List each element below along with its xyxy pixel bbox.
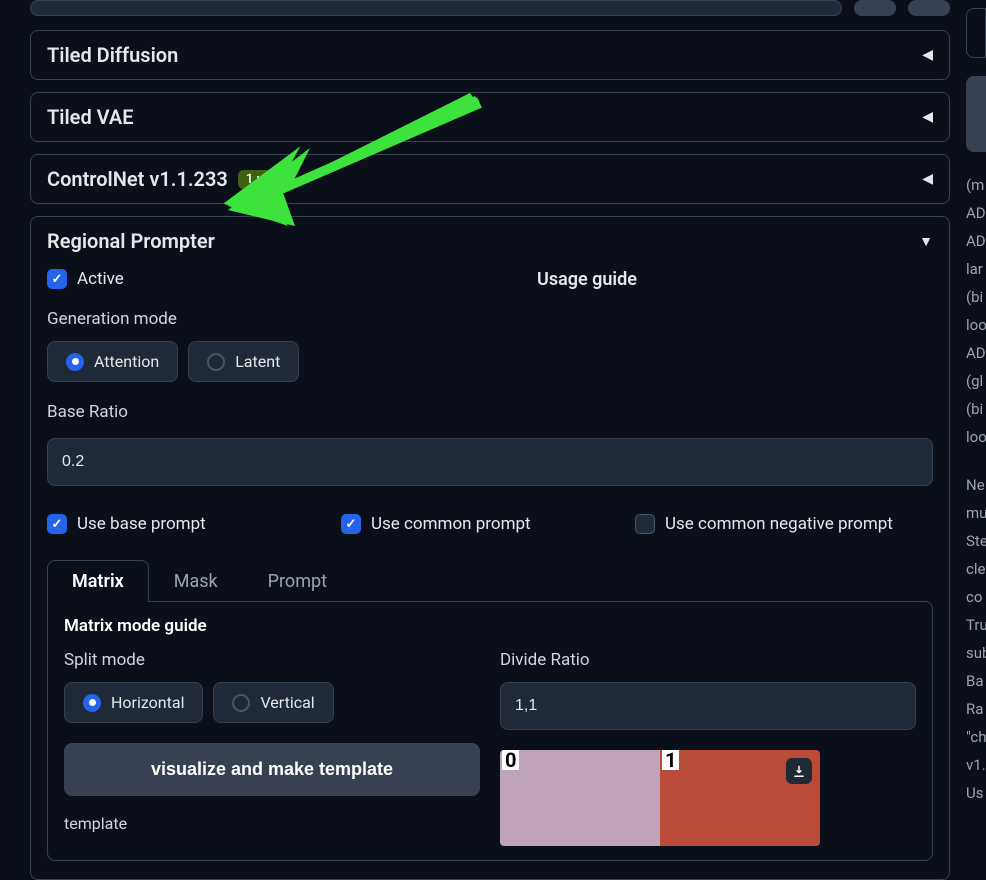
controlnet-label: ControlNet v1.1.233 [47, 167, 228, 191]
sidebar-text-fragment [964, 456, 986, 476]
generation-mode-group: Attention Latent [47, 341, 933, 382]
split-horizontal[interactable]: Horizontal [64, 682, 203, 723]
active-label: Active [77, 269, 124, 289]
tab-mask[interactable]: Mask [149, 560, 243, 602]
sidebar-text-fragment: loo [964, 316, 986, 344]
sidebar-text-fragment: (gl [964, 372, 986, 400]
rp-tabs: Matrix Mask Prompt [47, 560, 933, 602]
chevron-down-icon: ▼ [919, 233, 933, 250]
vertical-label: Vertical [260, 693, 314, 712]
chevron-left-icon: ◀ [922, 109, 933, 125]
divide-ratio-label: Divide Ratio [500, 650, 916, 670]
use-base-prompt-label: Use base prompt [77, 514, 206, 534]
tiled-diffusion-title: Tiled Diffusion [47, 43, 178, 67]
sidebar-text-fragment: Ste [964, 532, 986, 560]
visualize-button[interactable]: visualize and make template [64, 743, 480, 796]
controlnet-title: ControlNet v1.1.233 1 un [47, 167, 279, 191]
top-button-2[interactable] [908, 0, 950, 16]
sidebar-text-fragment: AD [964, 344, 986, 372]
horizontal-label: Horizontal [111, 693, 184, 712]
chevron-left-icon: ◀ [922, 171, 933, 187]
matrix-mode-guide-link[interactable]: Matrix mode guide [64, 616, 916, 636]
use-common-prompt-label: Use common prompt [371, 514, 531, 534]
sidebar-text-fragment: Tru [964, 616, 986, 644]
region-preview: 0 1 [500, 750, 820, 846]
sidebar-text-fragment: (bi [964, 400, 986, 428]
top-controls [30, 0, 950, 20]
matrix-tab-body: Matrix mode guide Split mode Horizontal … [47, 601, 933, 861]
regional-prompter-header[interactable]: Regional Prompter ▼ [31, 217, 949, 265]
sidebar-text-fragment: mu [964, 504, 986, 532]
tab-matrix[interactable]: Matrix [47, 560, 149, 602]
right-panel-cropped: (mADADlar(bilooAD(gl(bilooNemuSteclecoTr… [964, 0, 986, 847]
sidebar-text-fragment: sub [964, 644, 986, 672]
sidebar-text-fragment: loo [964, 428, 986, 456]
sidebar-text-fragment: "ch [964, 728, 986, 756]
gen-mode-attention[interactable]: Attention [47, 341, 178, 382]
top-button-1[interactable] [854, 0, 896, 16]
radio-selected-icon [83, 694, 101, 712]
active-checkbox[interactable] [47, 269, 67, 289]
use-base-prompt-checkbox[interactable] [47, 514, 67, 534]
divide-ratio-input[interactable] [500, 682, 916, 730]
split-mode-label: Split mode [64, 650, 480, 670]
download-icon[interactable] [786, 758, 812, 784]
gen-mode-latent[interactable]: Latent [188, 341, 299, 382]
base-ratio-label: Base Ratio [47, 402, 933, 422]
sidebar-text-fragment: Ba [964, 672, 986, 700]
attention-label: Attention [94, 352, 159, 371]
regional-prompter-title: Regional Prompter [47, 229, 215, 253]
accordion-regional-prompter: Regional Prompter ▼ Active Usage guide G… [30, 216, 950, 880]
sidebar-text-fragment: v1. [964, 756, 986, 784]
use-common-negative-label: Use common negative prompt [665, 514, 893, 534]
template-label: template [64, 814, 480, 833]
sidebar-image [966, 76, 986, 152]
split-vertical[interactable]: Vertical [213, 682, 333, 723]
tiled-vae-title: Tiled VAE [47, 105, 134, 129]
tab-prompt[interactable]: Prompt [243, 560, 352, 602]
radio-selected-icon [66, 353, 84, 371]
use-common-negative-checkbox[interactable] [635, 514, 655, 534]
sidebar-text-fragment: AD [964, 232, 986, 260]
split-mode-group: Horizontal Vertical [64, 682, 480, 723]
sidebar-text-fragment: co [964, 588, 986, 616]
region-0-label: 0 [502, 750, 519, 770]
sidebar-text-fragment: Ne [964, 476, 986, 504]
latent-label: Latent [235, 352, 280, 371]
sidebar-text-fragment: AD [964, 204, 986, 232]
sidebar-text-fragment: (m [964, 176, 986, 204]
use-common-prompt-checkbox[interactable] [341, 514, 361, 534]
sidebar-card [966, 8, 986, 58]
sidebar-text-fragment: Ra [964, 700, 986, 728]
radio-unselected-icon [207, 353, 225, 371]
prompt-input-collapsed[interactable] [30, 0, 842, 16]
accordion-tiled-diffusion[interactable]: Tiled Diffusion ◀ [30, 30, 950, 80]
base-ratio-input[interactable] [47, 438, 933, 486]
chevron-left-icon: ◀ [922, 47, 933, 63]
sidebar-text-fragment: Us [964, 784, 986, 812]
accordion-tiled-vae[interactable]: Tiled VAE ◀ [30, 92, 950, 142]
sidebar-text-fragment: lar [964, 260, 986, 288]
region-1-label: 1 [662, 750, 679, 770]
sidebar-text-fragment: (bi [964, 288, 986, 316]
controlnet-units-badge: 1 un [238, 170, 279, 189]
accordion-controlnet[interactable]: ControlNet v1.1.233 1 un ◀ [30, 154, 950, 204]
sidebar-text-fragment: cle [964, 560, 986, 588]
generation-mode-label: Generation mode [47, 309, 933, 329]
region-0: 0 [500, 750, 660, 846]
usage-guide-link[interactable]: Usage guide [537, 269, 637, 290]
radio-unselected-icon [232, 694, 250, 712]
